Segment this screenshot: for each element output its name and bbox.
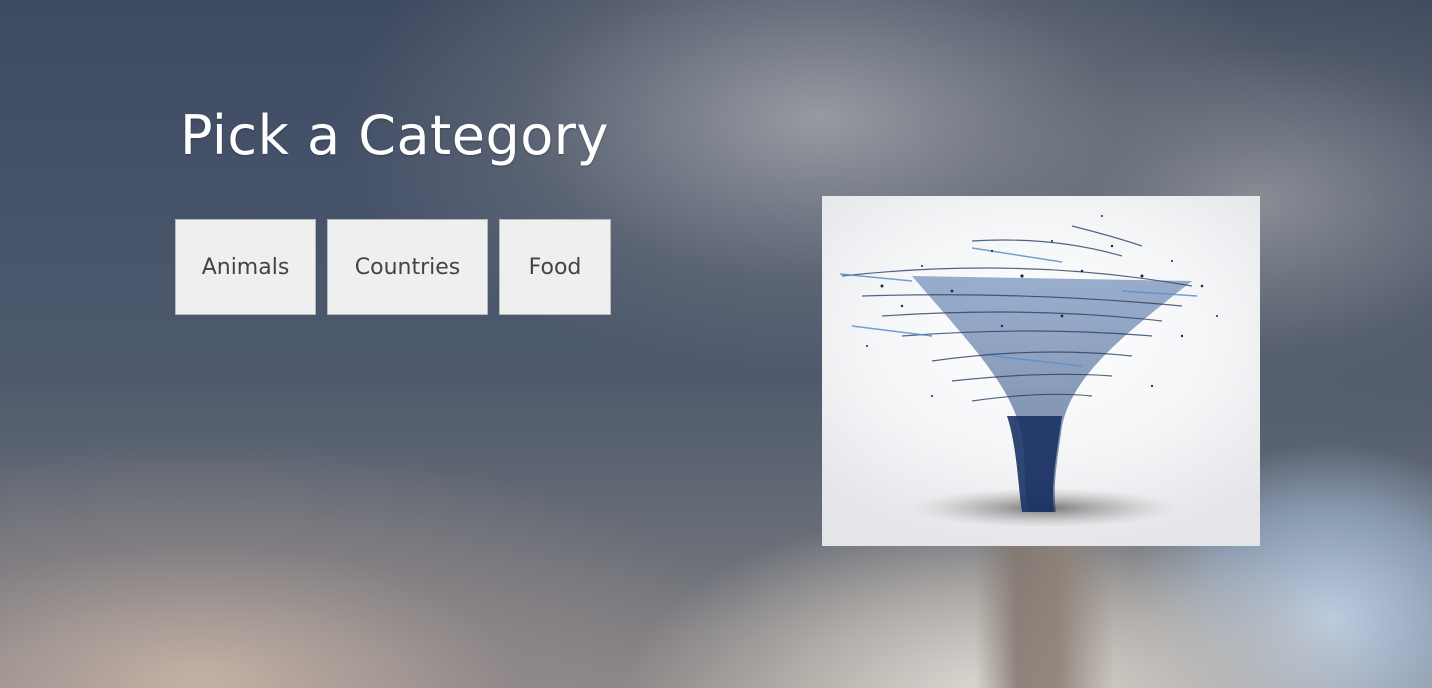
background-tornado-funnel [975,540,1115,688]
tornado-icon [839,215,1218,528]
category-button-group: Animals Countries Food [175,219,611,315]
category-button-food[interactable]: Food [499,219,611,315]
category-button-countries[interactable]: Countries [327,219,488,315]
tornado-illustration [822,196,1260,546]
category-button-animals[interactable]: Animals [175,219,316,315]
page-title: Pick a Category [180,104,609,167]
